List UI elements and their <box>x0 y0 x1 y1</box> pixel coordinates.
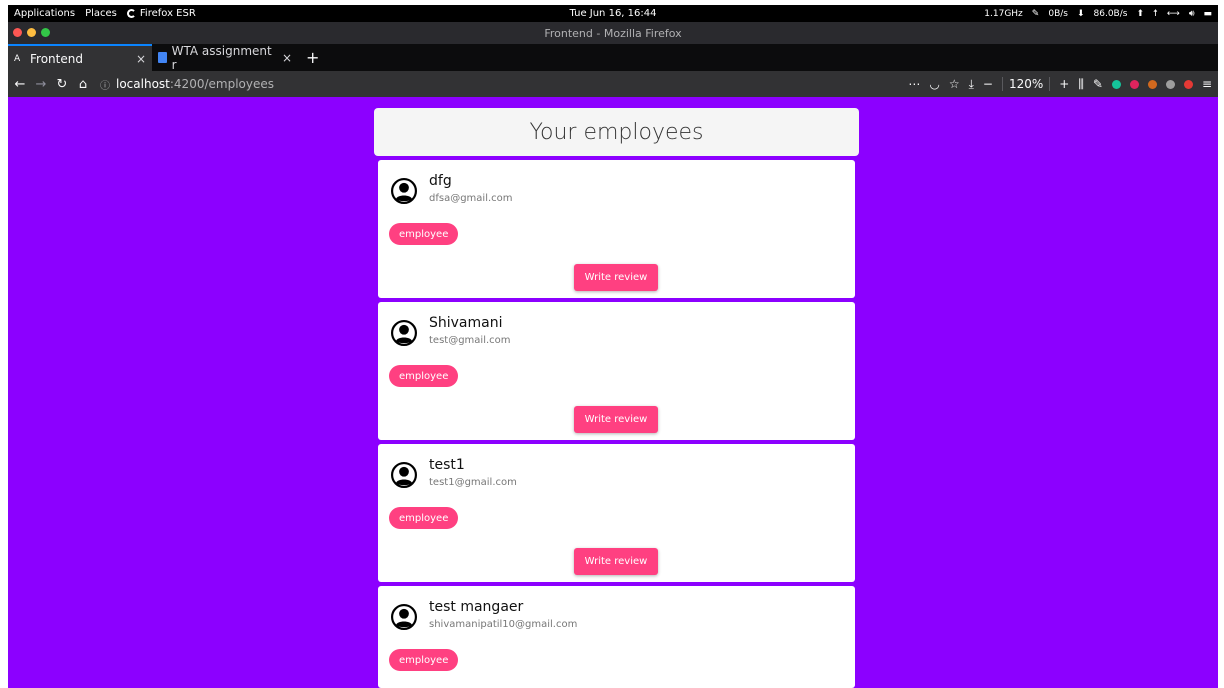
screen-margin <box>0 0 8 688</box>
tab-frontend[interactable]: A Frontend × <box>8 44 152 71</box>
toolbar-right: ⋯ ◡ ☆ ⤓ − 120% + ⫼ ✎ ≡ <box>908 71 1212 97</box>
role-chip[interactable]: employee <box>389 365 459 387</box>
firefox-app-label: Firefox ESR <box>139 8 196 19</box>
window-title: Frontend - Mozilla Firefox <box>544 26 682 40</box>
employee-card: test1 test1@gmail.com employee Write rev… <box>378 444 855 582</box>
cpu-frequency: 1.17GHz <box>984 8 1023 19</box>
tab-wta-assignment[interactable]: WTA assignment r × <box>152 43 298 72</box>
pocket-icon[interactable]: ◡ <box>929 77 939 91</box>
page-content: Your employees dfg dfsa@gmail.com employ… <box>8 97 1218 688</box>
tab-strip: A Frontend × WTA assignment r × + <box>8 43 1218 72</box>
url-path: :4200/employees <box>169 77 274 91</box>
account-circle-icon <box>391 178 417 204</box>
employee-card: test mangaer shivamanipatil10@gmail.com … <box>378 586 855 688</box>
employee-name: test1 <box>429 457 465 473</box>
library-icon[interactable]: ⫼ <box>1078 77 1084 92</box>
employee-name: Shivamani <box>429 315 503 331</box>
downloads-icon[interactable]: ⤓ <box>969 77 974 92</box>
angular-favicon-icon: A <box>14 53 21 64</box>
hamburger-menu-icon[interactable]: ≡ <box>1202 77 1212 91</box>
employee-card: Shivamani test@gmail.com employee Write … <box>378 302 855 440</box>
net-upload-speed: 0B/s <box>1048 8 1068 19</box>
tab-label: WTA assignment r <box>171 43 272 72</box>
info-icon[interactable]: ⓘ <box>100 77 110 92</box>
back-icon[interactable]: ← <box>11 77 29 92</box>
maximize-window-icon[interactable] <box>41 28 50 37</box>
firefox-icon <box>126 9 136 18</box>
close-tab-icon[interactable]: × <box>282 51 292 65</box>
role-chip[interactable]: employee <box>389 507 459 529</box>
reload-icon[interactable]: ↻ <box>53 77 71 92</box>
cookie-extension-icon[interactable] <box>1147 79 1157 89</box>
accessibility-icon[interactable]: ☨ <box>1153 9 1158 19</box>
close-tab-icon[interactable]: × <box>136 52 146 66</box>
network-icon[interactable]: ⟷ <box>1167 9 1180 19</box>
zoom-level[interactable]: 120% <box>1001 77 1051 91</box>
google-docs-icon <box>158 52 167 63</box>
employee-header: test mangaer shivamanipatil10@gmail.com <box>391 599 577 630</box>
employee-email: test1@gmail.com <box>429 477 517 488</box>
employee-email: test@gmail.com <box>429 335 511 346</box>
volume-icon[interactable]: 🔊︎ <box>1189 9 1195 19</box>
tab-label: Frontend <box>30 51 83 66</box>
bookmark-star-icon[interactable]: ☆ <box>949 77 960 91</box>
system-top-bar: Applications Places Firefox ESR Tue Jun … <box>8 5 1218 22</box>
pdf-extension-icon[interactable] <box>1129 79 1139 89</box>
url-host: localhost <box>116 77 170 91</box>
write-review-button[interactable]: Write review <box>574 264 658 291</box>
window-controls <box>13 28 50 37</box>
net-download-speed: 86.0B/s <box>1093 8 1128 19</box>
minimize-window-icon[interactable] <box>27 28 36 37</box>
battery-icon[interactable]: ▬ <box>1203 9 1212 19</box>
navigation-bar: ← → ↻ ⌂ ⓘ localhost:4200/employees ⋯ ◡ ☆… <box>8 71 1218 97</box>
page-title-card: Your employees <box>374 108 859 156</box>
account-circle-icon <box>391 320 417 346</box>
zoom-in-icon[interactable]: + <box>1059 77 1069 91</box>
write-review-button[interactable]: Write review <box>574 406 658 433</box>
system-tray: 1.17GHz ✎ 0B/s ⬇ 86.0B/s ⬆ ☨ ⟷ 🔊︎ ▬ <box>984 5 1212 22</box>
places-menu[interactable]: Places <box>80 8 122 19</box>
employee-email: shivamanipatil10@gmail.com <box>429 619 578 630</box>
account-circle-icon <box>391 604 417 630</box>
desktop-screen: Applications Places Firefox ESR Tue Jun … <box>8 5 1218 688</box>
home-icon[interactable]: ⌂ <box>74 77 92 92</box>
employee-header: test1 test1@gmail.com <box>391 457 517 488</box>
pen-extension-icon[interactable]: ✎ <box>1093 77 1103 91</box>
firefox-app-menu[interactable]: Firefox ESR <box>122 8 201 19</box>
role-chip[interactable]: employee <box>389 649 459 671</box>
role-chip[interactable]: employee <box>389 223 459 245</box>
employee-email: dfsa@gmail.com <box>429 193 513 204</box>
pen-icon[interactable]: ✎ <box>1032 9 1040 19</box>
window-title-bar: Frontend - Mozilla Firefox <box>8 22 1218 44</box>
upload-arrow-icon: ⬆ <box>1136 8 1144 19</box>
close-window-icon[interactable] <box>13 28 22 37</box>
forward-icon[interactable]: → <box>32 77 50 92</box>
write-review-button[interactable]: Write review <box>574 548 658 575</box>
employee-header: dfg dfsa@gmail.com <box>391 173 513 204</box>
applications-menu[interactable]: Applications <box>8 8 80 19</box>
places-label: Places <box>85 8 117 19</box>
grammarly-icon[interactable] <box>1111 79 1121 89</box>
zoom-out-icon[interactable]: − <box>983 77 993 91</box>
page-actions-icon[interactable]: ⋯ <box>908 77 920 91</box>
url-bar[interactable]: ⓘ localhost:4200/employees <box>100 77 274 92</box>
applications-label: Applications <box>14 8 76 19</box>
page-title: Your employees <box>529 119 704 145</box>
employee-header: Shivamani test@gmail.com <box>391 315 511 346</box>
employee-card: dfg dfsa@gmail.com employee Write review <box>378 160 855 298</box>
box-extension-icon[interactable] <box>1165 79 1175 89</box>
employee-name: dfg <box>429 173 452 189</box>
account-circle-icon <box>391 462 417 488</box>
employee-name: test mangaer <box>429 599 524 615</box>
red-extension-icon[interactable] <box>1183 79 1193 89</box>
download-arrow-icon: ⬇ <box>1076 8 1085 19</box>
new-tab-button[interactable]: + <box>298 44 327 71</box>
